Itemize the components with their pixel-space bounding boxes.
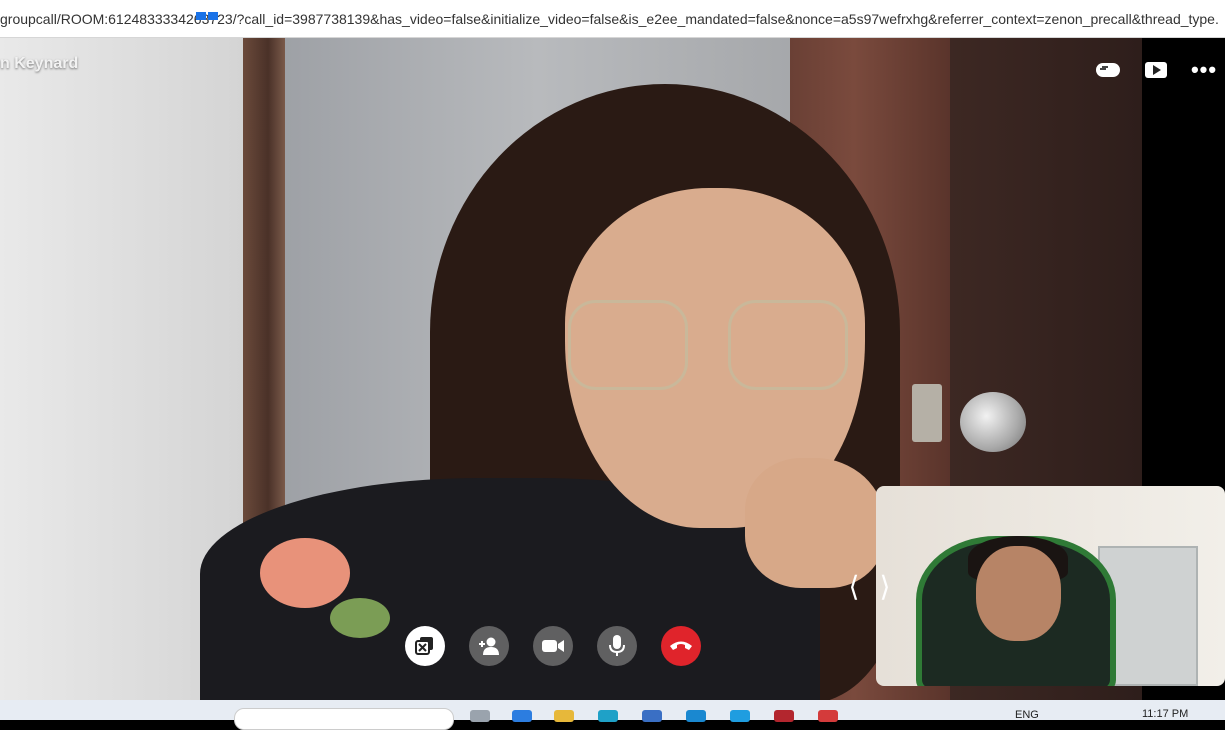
edge-icon[interactable] — [512, 710, 532, 722]
url-text[interactable]: groupcall/ROOM:6124833334263723/?call_id… — [0, 11, 1218, 29]
clock[interactable]: 11:17 PM — [1142, 708, 1188, 720]
caller-name: n Keynard — [0, 55, 79, 72]
game-controller-icon[interactable] — [1093, 56, 1123, 84]
app-icon[interactable] — [686, 710, 706, 722]
add-person-button[interactable] — [469, 626, 509, 666]
previous-arrow[interactable]: ⟨ — [847, 570, 861, 603]
hang-up-icon — [670, 641, 692, 650]
next-arrow[interactable]: ⟩ — [878, 570, 892, 603]
glasses-left-lens — [568, 300, 688, 390]
minimize-window-icon — [415, 637, 433, 655]
task-view-icon[interactable] — [470, 710, 490, 722]
play-icon[interactable] — [1141, 56, 1171, 84]
taskbar-search-box[interactable] — [234, 708, 454, 730]
self-view-video[interactable] — [876, 486, 1225, 686]
microphone-toggle-button[interactable] — [597, 626, 637, 666]
chrome-icon[interactable] — [730, 710, 750, 722]
mail-icon[interactable] — [774, 710, 794, 722]
file-explorer-icon[interactable] — [554, 710, 574, 722]
address-bar[interactable]: groupcall/ROOM:6124833334263723/?call_id… — [0, 0, 1225, 38]
self-person-face — [976, 546, 1061, 641]
door-latch — [912, 384, 942, 442]
glasses-right-lens — [728, 300, 848, 390]
store-icon[interactable] — [642, 710, 662, 722]
remote-person-hand — [745, 458, 885, 588]
more-options-icon[interactable]: ••• — [1189, 56, 1219, 84]
video-camera-icon — [542, 640, 564, 652]
active-app-icon[interactable] — [818, 710, 838, 722]
camera-toggle-button[interactable] — [533, 626, 573, 666]
end-call-button[interactable] — [661, 626, 701, 666]
shirt-flower — [260, 538, 350, 608]
browser-icon[interactable] — [598, 710, 618, 722]
microphone-icon — [609, 635, 625, 656]
shirt-leaf — [330, 598, 390, 638]
add-person-icon — [479, 637, 499, 655]
language-indicator[interactable]: ENG — [1015, 709, 1039, 721]
exit-fullscreen-button[interactable] — [405, 626, 445, 666]
door-knob — [960, 392, 1026, 452]
windows-start-icon[interactable] — [196, 12, 218, 20]
